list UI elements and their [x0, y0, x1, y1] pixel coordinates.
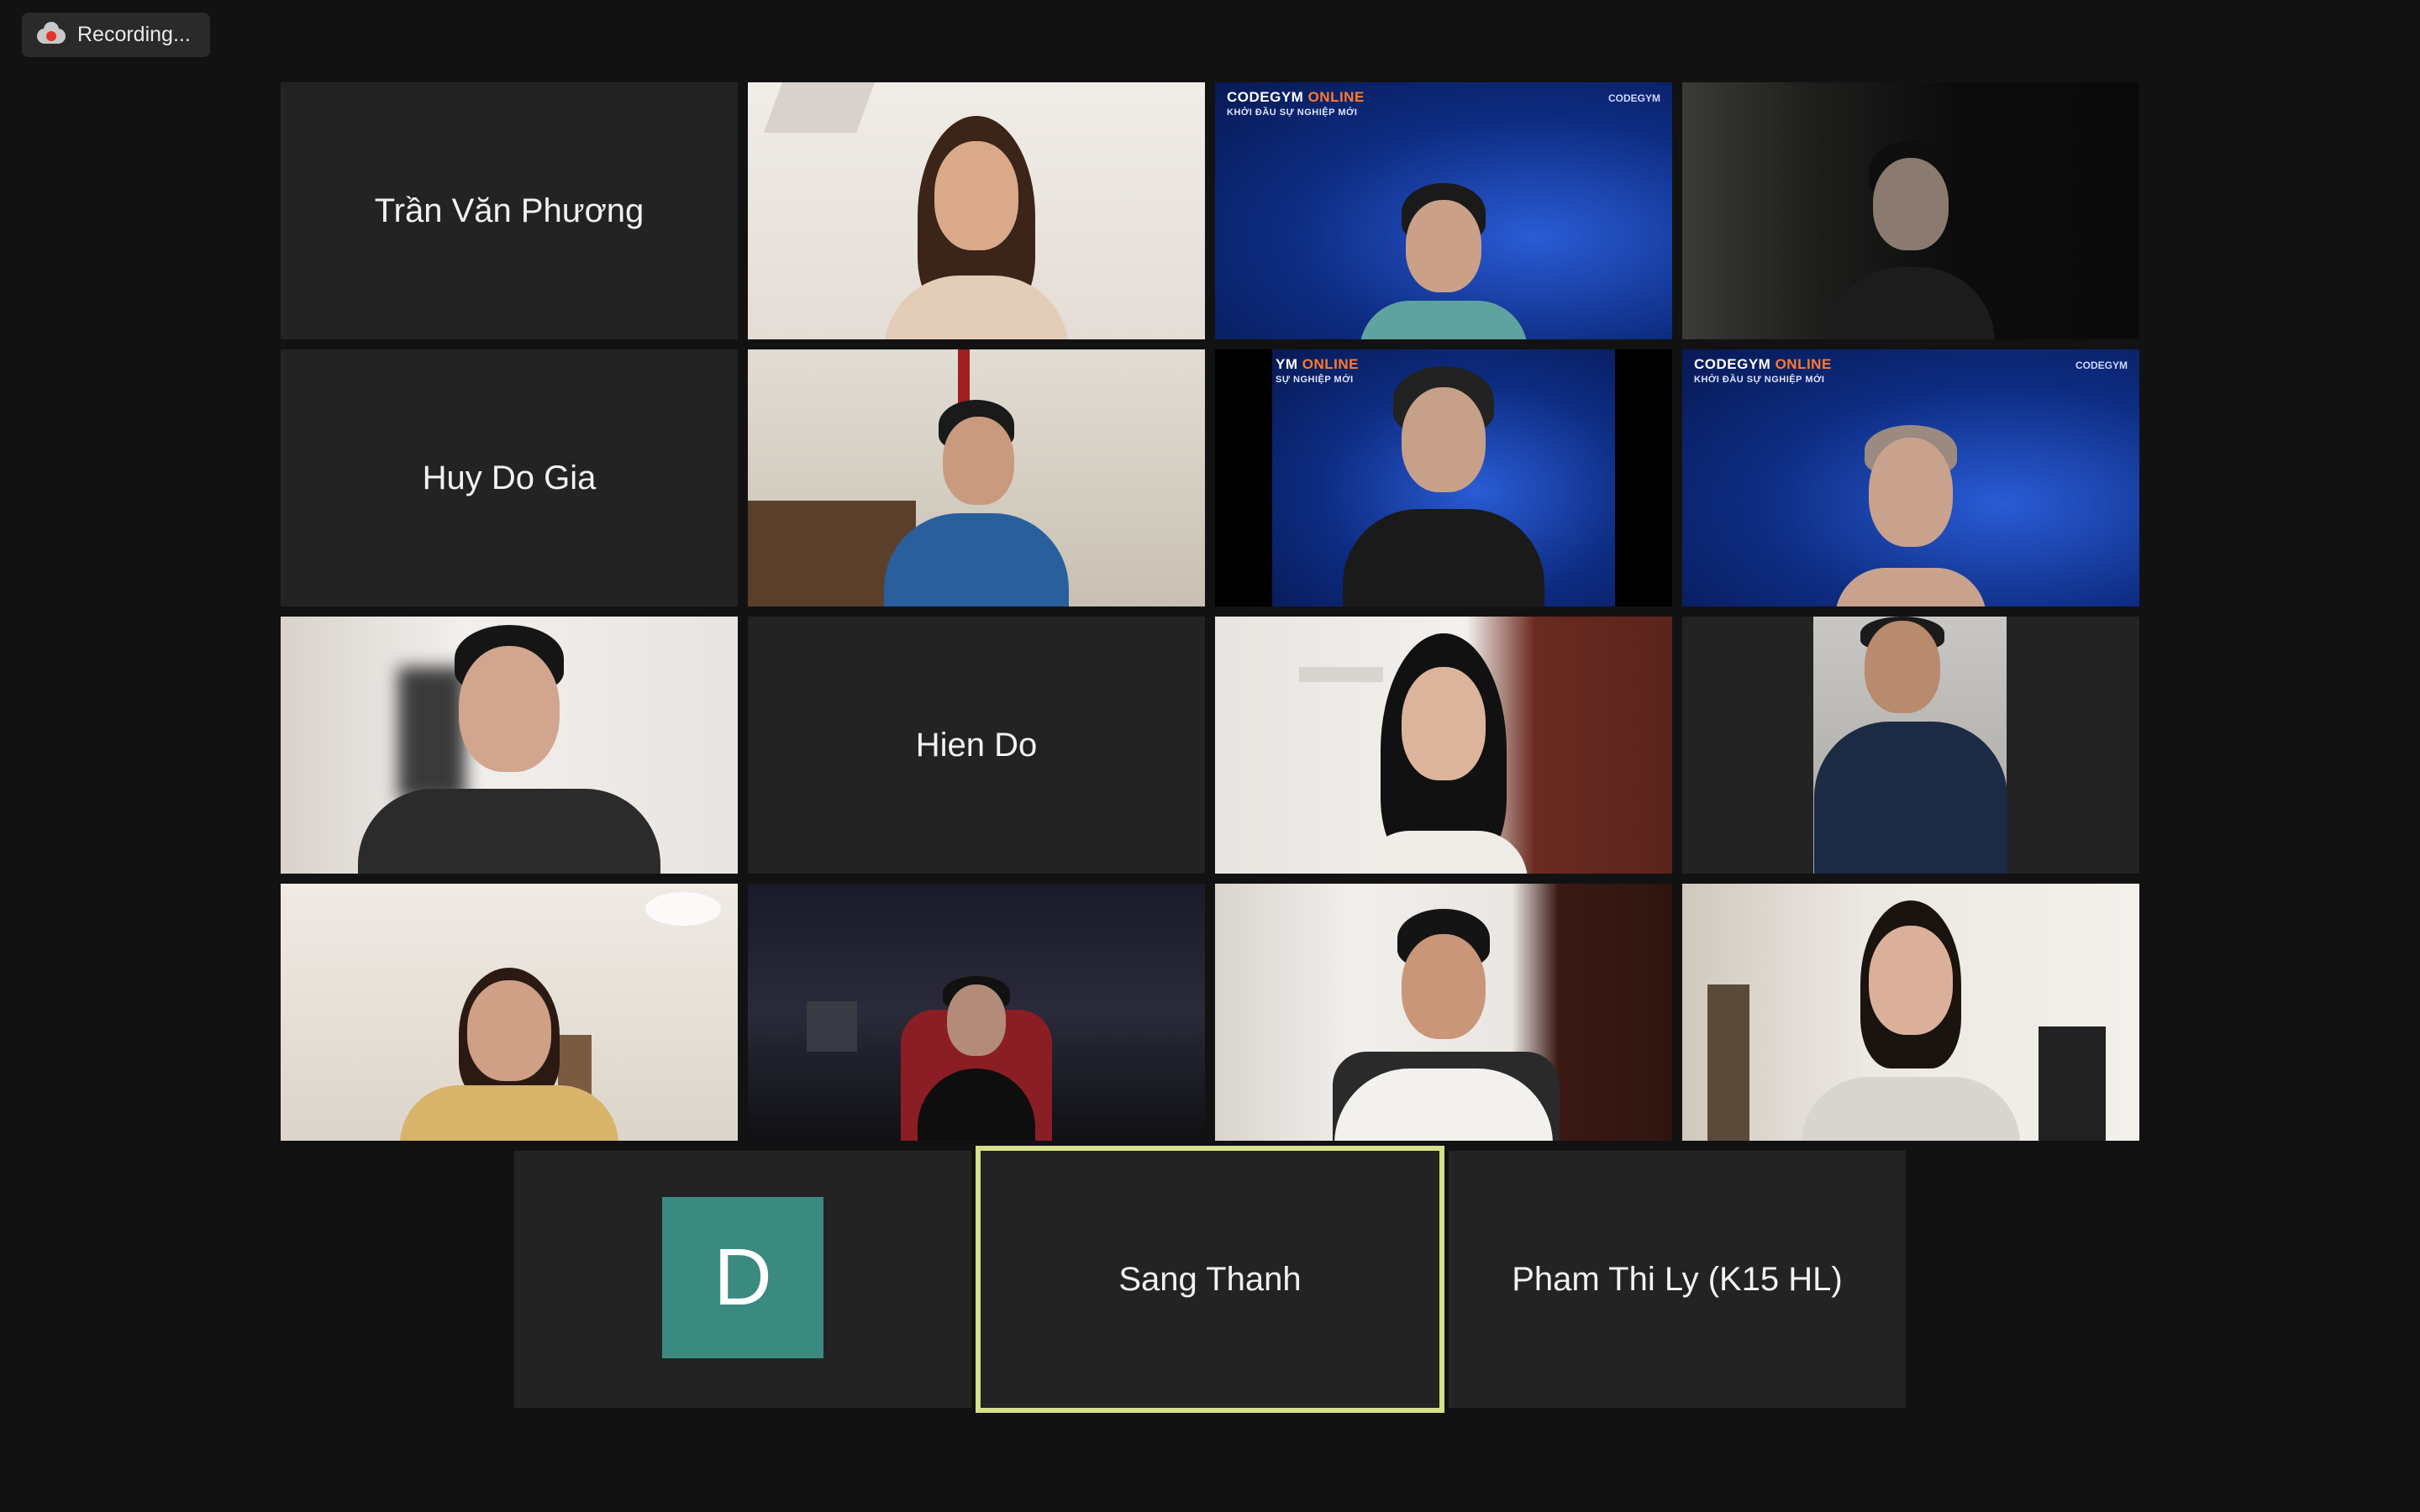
participant-video: [867, 976, 1086, 1141]
participant-video: [1318, 909, 1570, 1141]
participant-video-tile[interactable]: [1215, 617, 1672, 874]
participant-tile[interactable]: Trần Văn Phương: [281, 82, 738, 339]
participant-video-tile[interactable]: [1682, 884, 2139, 1141]
participant-tile[interactable]: Huy Do Gia: [281, 349, 738, 606]
participant-name: Sang Thanh: [1118, 1260, 1302, 1298]
participant-video: [1343, 366, 1544, 606]
participant-tile[interactable]: Pham Thi Ly (K15 HL): [1449, 1151, 1906, 1408]
participant-name: Pham Thi Ly (K15 HL): [1512, 1260, 1843, 1298]
participant-video: [1827, 141, 1995, 339]
codegym-logo: CODEGYM: [1607, 92, 1660, 104]
participant-video: [1334, 633, 1553, 874]
codegym-virtual-background: CODEGYM ONLINE KHỞI ĐẦU SỰ NGHIỆP MỚI: [1694, 356, 1832, 385]
participant-tile[interactable]: Hien Do: [748, 617, 1205, 874]
participant-name: Trần Văn Phương: [374, 192, 644, 229]
participant-video: [1814, 617, 2007, 874]
cloud-recording-icon: [37, 21, 66, 45]
participant-video-tile[interactable]: [281, 884, 738, 1141]
recording-indicator[interactable]: Recording...: [22, 13, 210, 57]
participant-video-tile[interactable]: [1215, 884, 1672, 1141]
codegym-virtual-background: CODEGYM ONLINE KHỞI ĐẦU SỰ NGHIỆP MỚI: [1227, 89, 1365, 118]
participant-video-tile[interactable]: YM ONLINE SỰ NGHIỆP MỚI: [1215, 349, 1672, 606]
participant-video-tile[interactable]: CODEGYM ONLINE KHỞI ĐẦU SỰ NGHIỆP MỚI CO…: [1215, 82, 1672, 339]
avatar: D: [662, 1197, 823, 1358]
participant-video-tile[interactable]: [1682, 82, 2139, 339]
participant-video: [1793, 900, 2028, 1141]
participant-video: [400, 968, 618, 1141]
participant-video-tile[interactable]: [281, 617, 738, 874]
participant-name: Hien Do: [915, 726, 1038, 764]
participant-video: [867, 116, 1086, 339]
participant-video: [358, 625, 660, 874]
participant-video-tile[interactable]: [748, 349, 1205, 606]
active-speaker-tile[interactable]: Sang Thanh: [976, 1146, 1444, 1413]
participant-video: [1827, 425, 1995, 606]
participant-video: [1360, 183, 1528, 339]
participant-video-tile[interactable]: CODEGYM ONLINE KHỞI ĐẦU SỰ NGHIỆP MỚI CO…: [1682, 349, 2139, 606]
participant-video-tile[interactable]: [1682, 617, 2139, 874]
participant-tile[interactable]: D: [514, 1151, 971, 1408]
participant-video-tile[interactable]: [748, 82, 1205, 339]
participant-video: [876, 400, 1077, 606]
codegym-logo: CODEGYM: [2075, 360, 2128, 371]
participant-video-tile[interactable]: [748, 884, 1205, 1141]
participant-name: Huy Do Gia: [422, 459, 597, 496]
recording-label: Recording...: [77, 23, 191, 46]
